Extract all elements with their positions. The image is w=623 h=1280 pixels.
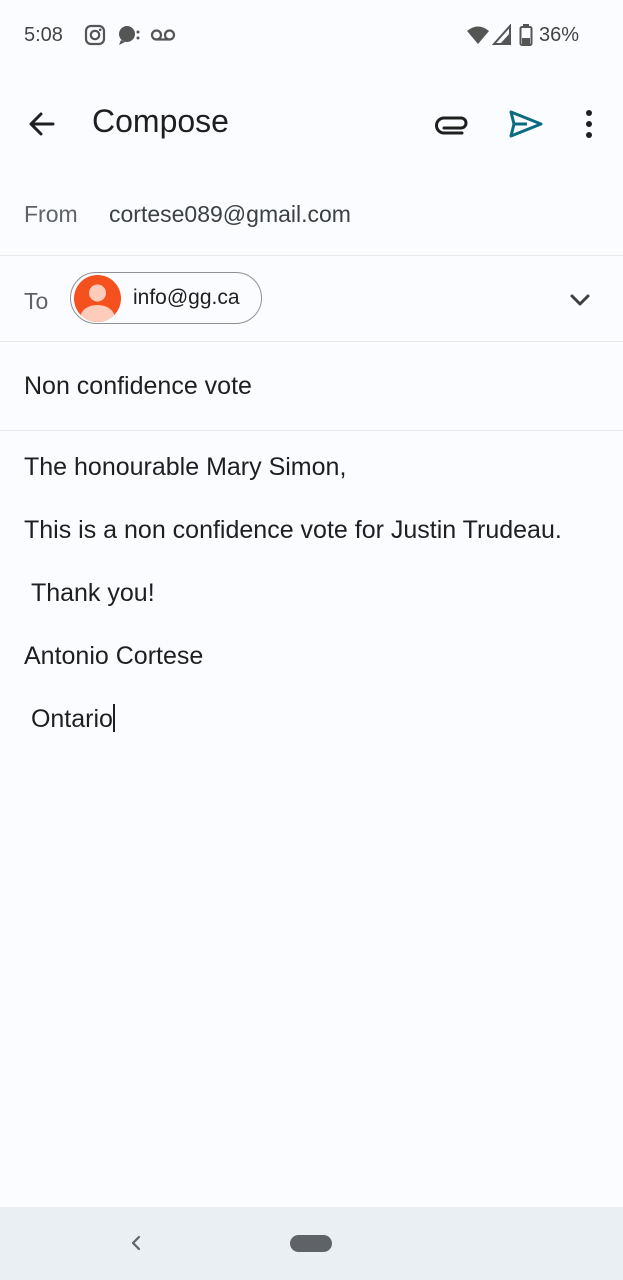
send-button[interactable] xyxy=(503,102,547,146)
body-line: Thank you! xyxy=(24,579,155,607)
subject-field[interactable]: Non confidence vote xyxy=(24,372,252,401)
body-line: Antonio Cortese xyxy=(24,642,204,670)
body-last-line: Ontario xyxy=(24,704,599,735)
avatar xyxy=(74,275,121,322)
nav-back-button[interactable] xyxy=(122,1229,150,1257)
to-label: To xyxy=(24,288,49,314)
from-row[interactable]: From cortese089@gmail.com xyxy=(0,172,623,256)
page-title: Compose xyxy=(92,103,229,139)
recipient-chip[interactable]: info@gg.ca xyxy=(70,272,262,324)
back-arrow-icon xyxy=(20,112,64,150)
message-body[interactable]: The honourable Mary Simon, This is a non… xyxy=(24,452,599,767)
signal-icon xyxy=(491,23,512,51)
battery-percentage: 36% xyxy=(539,24,580,46)
from-address[interactable]: cortese089@gmail.com xyxy=(109,201,351,228)
status-bar: 5:08 36% xyxy=(0,0,623,72)
instagram-icon xyxy=(84,24,106,51)
body-line: This is a non confidence vote for Justin… xyxy=(24,516,562,544)
expand-recipients-button[interactable] xyxy=(562,282,598,318)
nav-back-icon xyxy=(122,1235,150,1261)
recipient-email: info@gg.ca xyxy=(133,286,240,309)
back-button[interactable] xyxy=(20,102,64,146)
navigation-bar xyxy=(0,1207,623,1280)
status-time: 5:08 xyxy=(24,24,63,46)
wifi-icon xyxy=(466,24,490,51)
app-bar: Compose xyxy=(0,72,623,172)
chat-bubble-icon xyxy=(117,24,141,51)
battery-icon xyxy=(519,24,533,51)
from-label: From xyxy=(24,201,78,227)
body-line: Ontario xyxy=(24,705,113,733)
text-cursor xyxy=(112,704,115,732)
attach-button[interactable] xyxy=(430,102,474,146)
person-icon xyxy=(80,284,115,322)
more-options-button[interactable] xyxy=(567,102,611,146)
attachment-icon xyxy=(430,116,474,150)
voicemail-icon xyxy=(150,24,176,51)
chevron-down-icon xyxy=(562,294,598,322)
more-vert-icon xyxy=(567,110,611,150)
send-icon xyxy=(503,110,547,150)
to-row[interactable]: To info@gg.ca xyxy=(0,256,623,342)
home-pill-icon[interactable] xyxy=(290,1235,332,1252)
body-line: The honourable Mary Simon, xyxy=(24,453,347,481)
subject-row[interactable]: Non confidence vote xyxy=(0,342,623,431)
